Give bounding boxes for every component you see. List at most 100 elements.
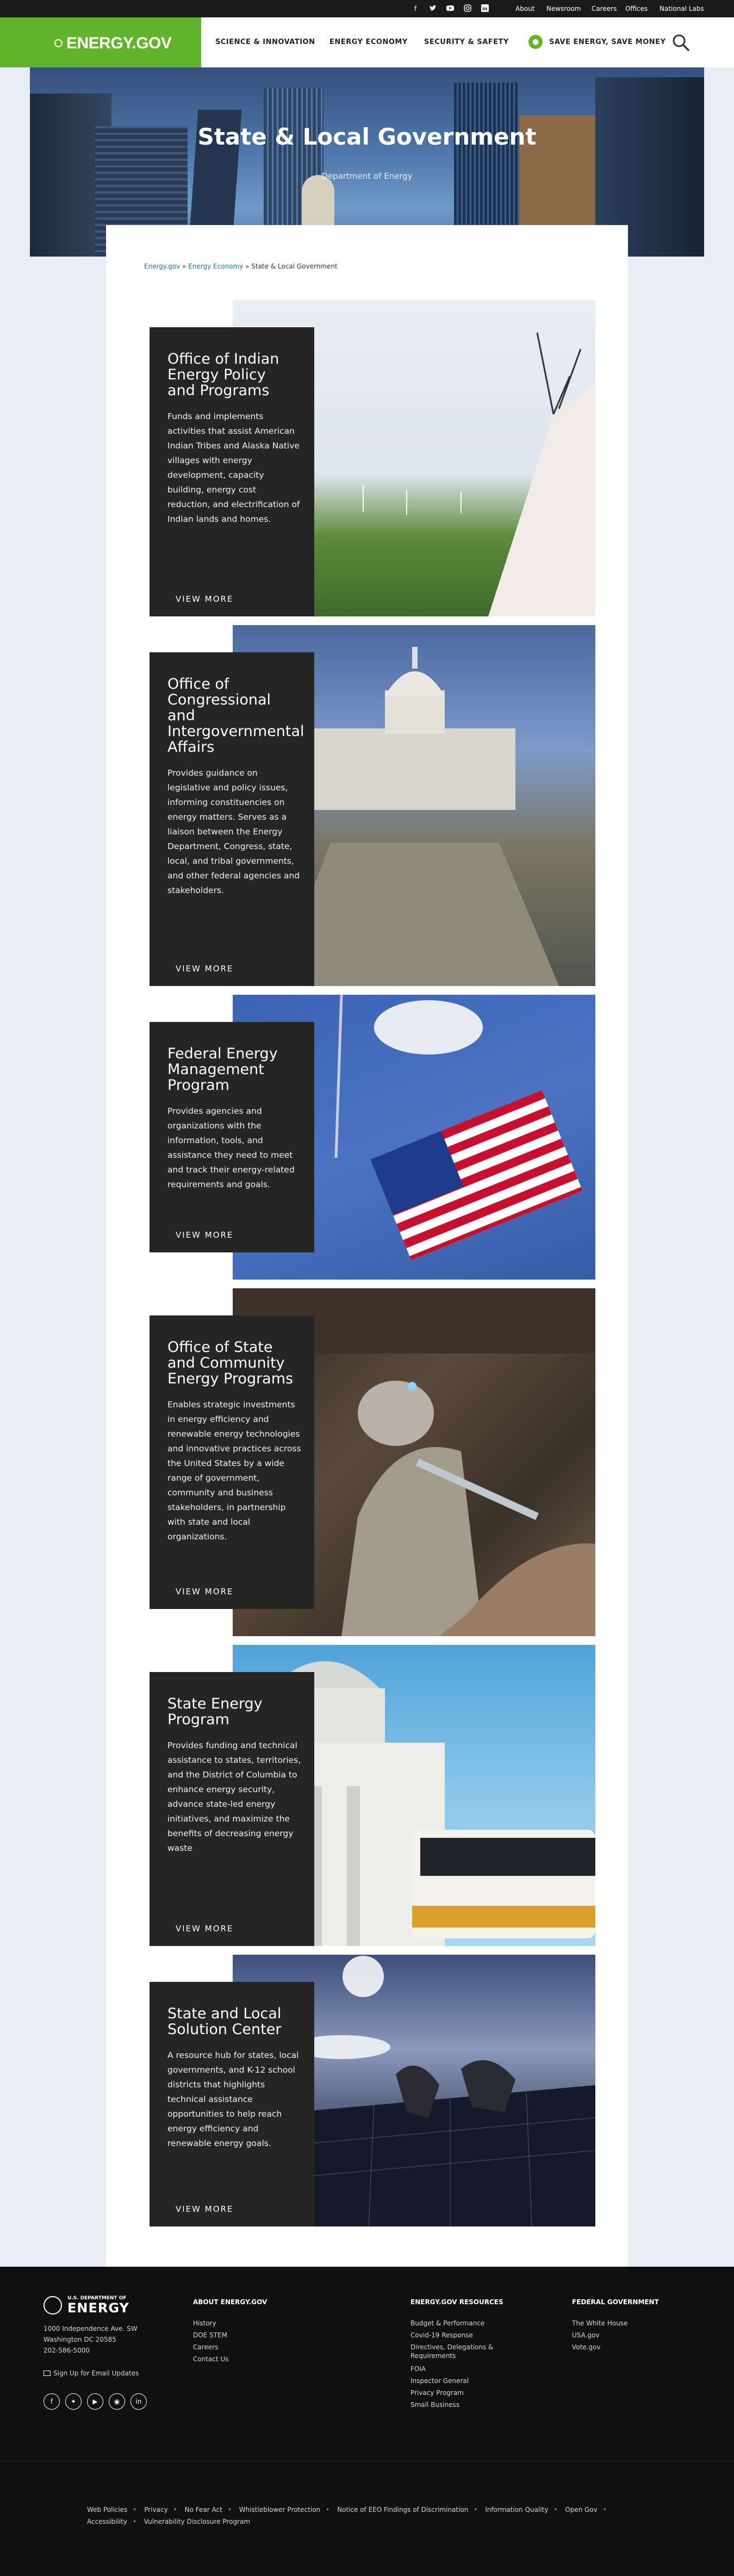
legal-link[interactable]: Accessibility — [87, 2518, 127, 2525]
card-federal-energy-management[interactable]: Federal Energy Management Program Provid… — [150, 995, 595, 1280]
logo-wordmark: ENERGY.GOV — [66, 34, 172, 52]
footer-link-budget[interactable]: Budget & Performance — [410, 2319, 484, 2328]
legal-link[interactable]: Notice of EEO Findings of Discrimination — [337, 2506, 468, 2513]
footer-logo-word: ENERGY — [67, 2300, 129, 2316]
linkedin-icon[interactable]: in — [481, 4, 489, 13]
footer-link-vote-gov[interactable]: Vote.gov — [572, 2343, 601, 2352]
footer-link-foia[interactable]: FOIA — [410, 2365, 426, 2373]
footer-link-doe-stem[interactable]: DOE STEM — [193, 2331, 227, 2340]
view-more-link[interactable]: VIEW MORE — [176, 963, 233, 974]
footer-link-covid[interactable]: Covid-19 Response — [410, 2331, 473, 2340]
card-state-community[interactable]: Office of State and Community Energy Pro… — [150, 1288, 595, 1636]
card-title[interactable]: Office of Congressional and Intergovernm… — [167, 676, 304, 755]
top-link-about[interactable]: About — [515, 5, 534, 13]
breadcrumb-separator: » — [243, 263, 252, 270]
twitter-icon[interactable] — [428, 4, 437, 13]
footer-logo[interactable]: U.S. DEPARTMENT OF ENERGY — [43, 2294, 152, 2318]
footer-youtube-icon[interactable]: ▶ — [87, 2393, 103, 2410]
breadcrumb-separator: » — [180, 263, 189, 270]
nav-energy-economy[interactable]: ENERGY ECONOMY — [329, 37, 408, 48]
doe-seal-icon — [54, 39, 63, 47]
card-description: Provides guidance on legislative and pol… — [167, 768, 300, 895]
footer-instagram-icon[interactable]: ◉ — [109, 2393, 125, 2410]
view-more-link[interactable]: VIEW MORE — [176, 2204, 233, 2215]
view-more-link[interactable]: VIEW MORE — [176, 1923, 233, 1934]
breadcrumb-home[interactable]: Energy.gov — [144, 263, 180, 270]
energy-gov-logo[interactable]: ENERGY.GOV — [0, 17, 201, 67]
nav-security-safety[interactable]: SECURITY & SAFETY — [424, 37, 509, 48]
footer-link-careers[interactable]: Careers — [193, 2343, 218, 2352]
footer-col-resources-title: ENERGY.GOV RESOURCES — [410, 2298, 503, 2306]
card-title[interactable]: Federal Energy Management Program — [167, 1046, 297, 1093]
footer-phone[interactable]: 202-586-5000 — [43, 2346, 90, 2355]
footer-link-small-business[interactable]: Small Business — [410, 2400, 459, 2409]
breadcrumb-energy-economy[interactable]: Energy Economy — [188, 263, 243, 270]
footer-twitter-icon[interactable]: ✦ — [65, 2393, 82, 2410]
footer-link-directives[interactable]: Directives, Delegations & Requirements — [410, 2343, 503, 2360]
breadcrumb-current: State & Local Government — [251, 263, 338, 270]
legal-link[interactable]: Vulnerability Disclosure Program — [144, 2518, 250, 2525]
card-info-box: State Energy Program Provides funding an… — [150, 1672, 314, 1946]
page-title: State & Local Government — [197, 123, 537, 150]
card-description: Provides agencies and organizations with… — [167, 1106, 295, 1189]
legal-link[interactable]: Whistleblower Protection — [239, 2506, 320, 2513]
top-link-offices[interactable]: Offices — [625, 5, 648, 13]
search-icon — [673, 34, 689, 51]
site-header: ENERGY.GOV SCIENCE & INNOVATION ENERGY E… — [0, 17, 734, 67]
footer-link-privacy-program[interactable]: Privacy Program — [410, 2388, 464, 2397]
footer-address-line: Washington DC 20585 — [43, 2336, 116, 2343]
footer-link-usa-gov[interactable]: USA.gov — [572, 2331, 600, 2340]
card-title[interactable]: State and Local Solution Center — [167, 2006, 297, 2037]
youtube-icon[interactable] — [446, 4, 455, 13]
footer-link-white-house[interactable]: The White House — [572, 2319, 627, 2328]
view-more-link[interactable]: VIEW MORE — [176, 1586, 233, 1597]
card-description: Enables strategic investments in energy … — [167, 1400, 301, 1542]
legal-link[interactable]: Web Policies — [87, 2506, 127, 2513]
legal-link[interactable]: Information Quality — [485, 2506, 548, 2513]
legal-link[interactable]: No Fear Act — [185, 2506, 222, 2513]
card-congressional[interactable]: Office of Congressional and Intergovernm… — [150, 625, 595, 986]
card-title[interactable]: Office of State and Community Energy Pro… — [167, 1339, 297, 1387]
search-button[interactable] — [669, 30, 693, 54]
view-more-link[interactable]: VIEW MORE — [176, 1230, 233, 1240]
card-info-box: Federal Energy Management Program Provid… — [150, 1022, 314, 1252]
top-link-newsroom[interactable]: Newsroom — [546, 5, 581, 13]
save-energy-label: SAVE ENERGY, SAVE MONEY — [549, 38, 666, 46]
view-more-link[interactable]: VIEW MORE — [176, 594, 233, 604]
breadcrumb: Energy.gov » Energy Economy » State & Lo… — [144, 262, 338, 271]
lightbulb-icon: ● — [528, 35, 543, 49]
footer-link-inspector-general[interactable]: Inspector General — [410, 2377, 469, 2385]
card-info-box: Office of State and Community Energy Pro… — [150, 1315, 314, 1609]
card-description: Provides funding and technical assistanc… — [167, 1741, 301, 1853]
card-info-box: State and Local Solution Center A resour… — [150, 1982, 314, 2226]
card-solution-center[interactable]: State and Local Solution Center A resour… — [150, 1955, 595, 2226]
facebook-icon[interactable]: f — [411, 4, 420, 13]
top-link-careers[interactable]: Careers — [592, 5, 617, 13]
legal-link[interactable]: Privacy — [144, 2506, 167, 2513]
email-signup-link[interactable]: Sign Up for Email Updates — [43, 2369, 163, 2378]
footer-link-history[interactable]: History — [193, 2319, 216, 2328]
doe-seal-icon — [43, 2296, 62, 2315]
card-info-box: Office of Congressional and Intergovernm… — [150, 652, 314, 986]
svg-text:in: in — [482, 7, 488, 12]
footer-col-federal-title: FEDERAL GOVERNMENT — [572, 2298, 659, 2306]
card-title[interactable]: Office of Indian Energy Policy and Progr… — [167, 351, 297, 398]
email-signup-label: Sign Up for Email Updates — [53, 2369, 139, 2377]
nav-science-innovation[interactable]: SCIENCE & INNOVATION — [215, 37, 315, 48]
top-utility-bar: f in About Newsroom Careers Offices Nati… — [0, 0, 734, 17]
top-link-national-labs[interactable]: National Labs — [660, 5, 704, 13]
legal-link[interactable]: Open Gov — [565, 2506, 598, 2513]
footer-facebook-icon[interactable]: f — [43, 2393, 60, 2410]
card-title[interactable]: State Energy Program — [167, 1696, 297, 1727]
site-footer: U.S. DEPARTMENT OF ENERGY 1000 Independe… — [0, 2267, 734, 2576]
footer-link-contact[interactable]: Contact Us — [193, 2355, 229, 2363]
footer-linkedin-icon[interactable]: in — [130, 2393, 147, 2410]
main-content: Energy.gov » Energy Economy » State & Lo… — [106, 225, 628, 2267]
footer-legal-links: Web Policies • Privacy • No Fear Act • Whis… — [87, 2506, 607, 2525]
card-info-box: Office of Indian Energy Policy and Progr… — [150, 327, 314, 616]
instagram-icon[interactable] — [463, 4, 472, 13]
card-description: A resource hub for states, local governm… — [167, 2050, 299, 2148]
card-indian-energy[interactable]: Office of Indian Energy Policy and Progr… — [150, 300, 595, 616]
card-description: Funds and implements activities that ass… — [167, 411, 300, 524]
card-state-energy[interactable]: State Energy Program Provides funding an… — [150, 1645, 595, 1946]
